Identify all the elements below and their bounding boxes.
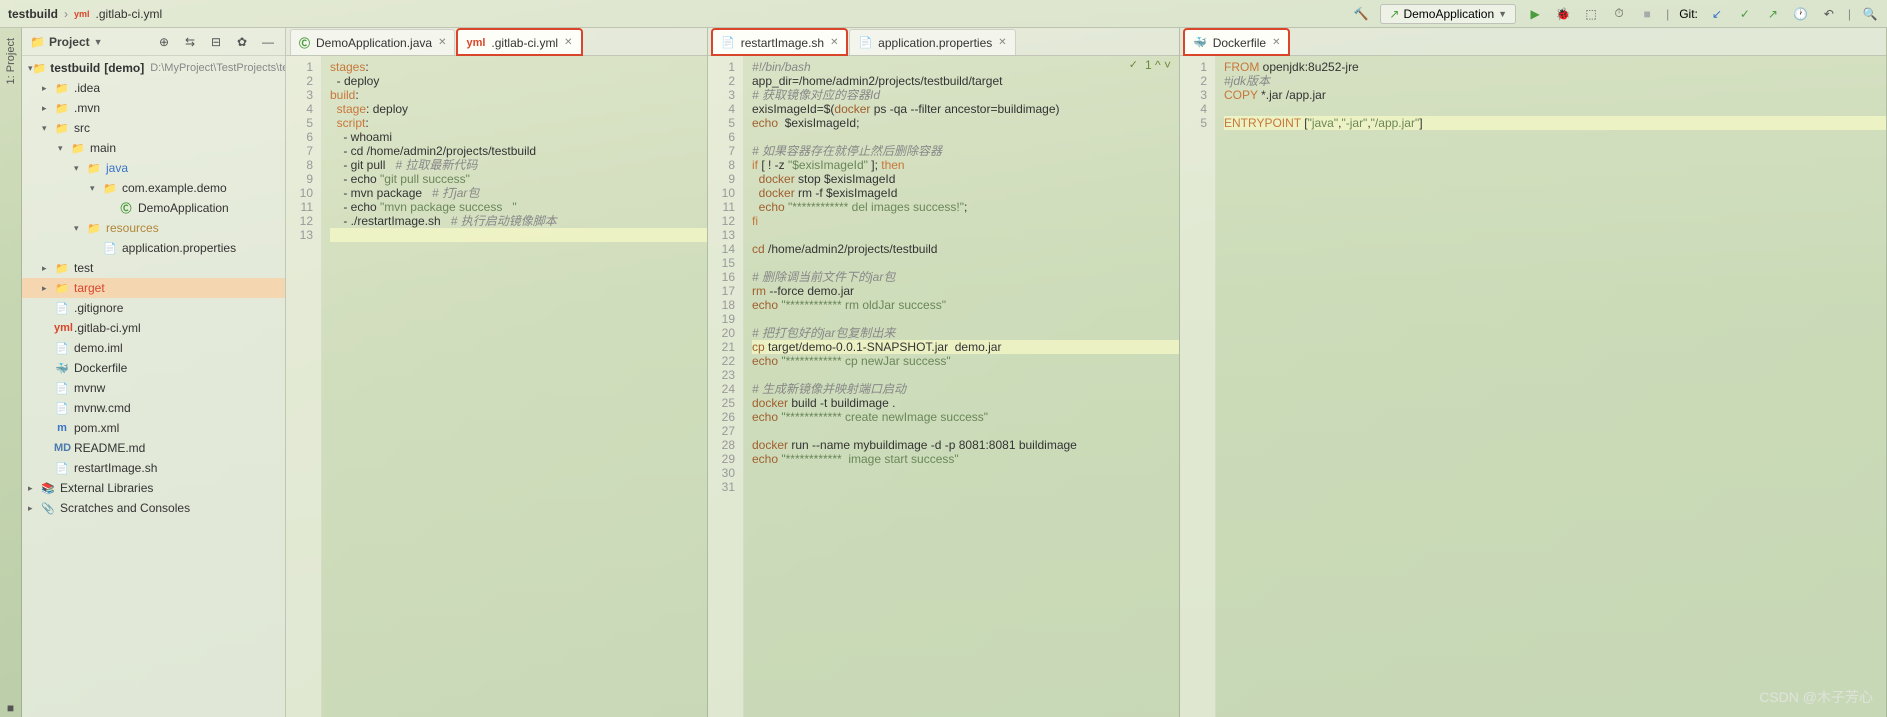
editor-area: ⒸDemoApplication.java✕yml.gitlab-ci.yml✕… [286,28,1887,717]
tab-application-properties[interactable]: 📄application.properties✕ [849,29,1015,55]
tab-bar: 📄restartImage.sh✕📄application.properties… [708,28,1179,56]
file-icon: 🐳 [1193,36,1207,49]
tree-item--mvn[interactable]: ▸📁.mvn [22,98,285,118]
git-update-icon[interactable]: ↙ [1708,5,1726,23]
search-icon[interactable]: 🔍 [1861,5,1879,23]
expand-all-icon[interactable]: ⇆ [181,33,199,51]
panel-title: Project [49,35,90,49]
git-label: Git: [1679,7,1698,21]
left-tool-strip: 1: Project ■ [0,28,22,717]
file-icon: Ⓒ [299,35,310,51]
breadcrumb-file[interactable]: .gitlab-ci.yml [96,7,163,21]
tab-DemoApplication-java[interactable]: ⒸDemoApplication.java✕ [290,29,455,55]
inspection-badge[interactable]: ✓ 1 ^ ˅ [1129,58,1171,72]
tree-item-README-md[interactable]: MDREADME.md [22,438,285,458]
tab-bar: 🐳Dockerfile✕ [1180,28,1886,56]
tree-item-mvnw-cmd[interactable]: 📄mvnw.cmd [22,398,285,418]
tab-Dockerfile[interactable]: 🐳Dockerfile✕ [1184,29,1289,55]
build-icon[interactable]: 🔨 [1352,5,1370,23]
tree-item-test[interactable]: ▸📁test [22,258,285,278]
run-config-selector[interactable]: ↗ DemoApplication ▼ [1380,4,1516,24]
run-config-label: DemoApplication [1403,7,1494,21]
breadcrumb-project[interactable]: testbuild [8,7,58,21]
coverage-icon[interactable]: ⬚ [1582,5,1600,23]
top-toolbar: testbuild › yml .gitlab-ci.yml 🔨 ↗ DemoA… [0,0,1887,28]
close-icon[interactable]: ✕ [438,37,446,48]
editor-pane-2: 📄restartImage.sh✕📄application.properties… [708,28,1180,717]
tree-item-com-example-demo[interactable]: ▾📁com.example.demo [22,178,285,198]
project-tree[interactable]: ▾📁 testbuild [demo] D:\MyProject\TestPro… [22,56,285,717]
tree-item--gitignore[interactable]: 📄.gitignore [22,298,285,318]
tree-item-Scratches-and-Consoles[interactable]: ▸📎Scratches and Consoles [22,498,285,518]
git-revert-icon[interactable]: ↶ [1820,5,1838,23]
stop-icon[interactable]: ■ [1638,5,1656,23]
tab-bar: ⒸDemoApplication.java✕yml.gitlab-ci.yml✕ [286,28,707,56]
close-icon[interactable]: ✕ [1272,37,1280,48]
debug-icon[interactable]: 🐞 [1554,5,1572,23]
tree-item-src[interactable]: ▾📁src [22,118,285,138]
editor-pane-1: ⒸDemoApplication.java✕yml.gitlab-ci.yml✕… [286,28,708,717]
breadcrumb: testbuild › yml .gitlab-ci.yml [8,7,162,21]
select-opened-icon[interactable]: ⊕ [155,33,173,51]
tree-item-java[interactable]: ▾📁java [22,158,285,178]
project-tool-button[interactable]: 1: Project [3,34,19,88]
tree-item-Dockerfile[interactable]: 🐳Dockerfile [22,358,285,378]
settings-icon[interactable]: ✿ [233,33,251,51]
tree-item-restartImage-sh[interactable]: 📄restartImage.sh [22,458,285,478]
tree-item-target[interactable]: ▸📁target [22,278,285,298]
tree-item--gitlab-ci-yml[interactable]: yml.gitlab-ci.yml [22,318,285,338]
folder-icon: 📁 [30,35,45,49]
profile-icon[interactable]: ⏱ [1610,5,1628,23]
close-icon[interactable]: ✕ [564,37,572,48]
tree-item--idea[interactable]: ▸📁.idea [22,78,285,98]
tab--gitlab-ci-yml[interactable]: yml.gitlab-ci.yml✕ [457,29,581,55]
collapse-all-icon[interactable]: ⊟ [207,33,225,51]
tab-restartImage-sh[interactable]: 📄restartImage.sh✕ [712,29,847,55]
close-icon[interactable]: ✕ [998,37,1006,48]
run-icon[interactable]: ▶ [1526,5,1544,23]
tree-item-main[interactable]: ▾📁main [22,138,285,158]
git-history-icon[interactable]: 🕐 [1792,5,1810,23]
tree-item-pom-xml[interactable]: mpom.xml [22,418,285,438]
git-push-icon[interactable]: ↗ [1764,5,1782,23]
close-icon[interactable]: ✕ [830,37,838,48]
tree-item-application-properties[interactable]: 📄application.properties [22,238,285,258]
tree-item-demo-iml[interactable]: 📄demo.iml [22,338,285,358]
git-commit-icon[interactable]: ✓ [1736,5,1754,23]
hide-icon[interactable]: — [259,33,277,51]
file-icon: yml [466,37,485,49]
tree-item-External-Libraries[interactable]: ▸📚External Libraries [22,478,285,498]
project-panel: 📁 Project ▼ ⊕ ⇆ ⊟ ✿ — ▾📁 testbuild [demo… [22,28,286,717]
file-type-icon: yml [74,9,90,19]
tree-item-DemoApplication[interactable]: ⒸDemoApplication [22,198,285,218]
file-icon: 📄 [721,36,735,49]
file-icon: 📄 [858,36,872,49]
editor-pane-3: 🐳Dockerfile✕ 12345FROM openjdk:8u252-jre… [1180,28,1887,717]
tree-root[interactable]: ▾📁 testbuild [demo] D:\MyProject\TestPro… [22,58,285,78]
tree-item-mvnw[interactable]: 📄mvnw [22,378,285,398]
watermark: CSDN @木子芳心 [1759,687,1873,707]
tree-item-resources[interactable]: ▾📁resources [22,218,285,238]
